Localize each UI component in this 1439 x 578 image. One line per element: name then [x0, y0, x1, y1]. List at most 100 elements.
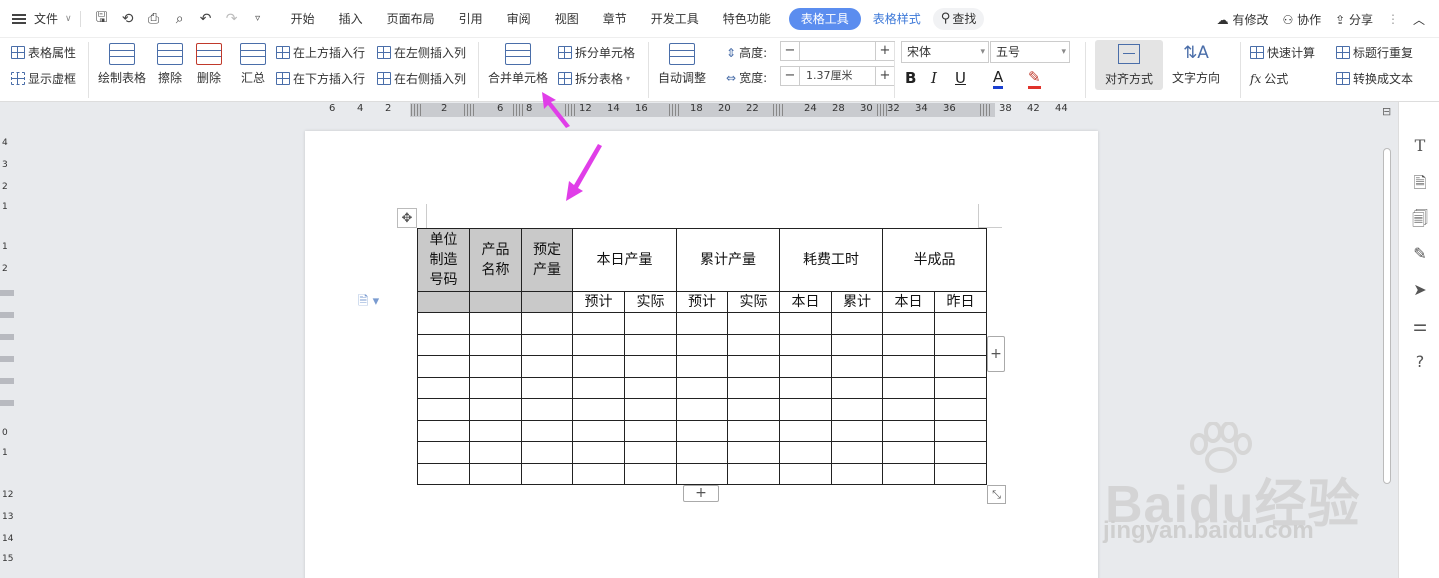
table-cell[interactable]	[779, 398, 832, 421]
table-cell[interactable]	[779, 333, 832, 356]
ruler-column-marker[interactable]	[513, 104, 523, 116]
table-cell[interactable]	[624, 441, 677, 464]
table-cell[interactable]	[417, 376, 470, 399]
print-icon[interactable]: ⎙	[141, 11, 167, 27]
table-cell[interactable]	[779, 419, 832, 442]
tab-insert[interactable]: 插入	[327, 8, 375, 30]
table-cell[interactable]	[831, 419, 883, 442]
table-cell[interactable]	[469, 355, 522, 378]
tab-section[interactable]: 章节	[591, 8, 639, 30]
table-cell[interactable]	[882, 441, 935, 464]
pen-icon[interactable]: ✎	[1410, 244, 1430, 263]
table-cell-product-name[interactable]: 产品名称	[469, 228, 522, 292]
show-gridlines-button[interactable]: 显示虚框	[11, 70, 76, 87]
table-cell[interactable]	[676, 462, 728, 485]
table-cell[interactable]: 实际	[624, 291, 677, 313]
table-cell[interactable]: 本日	[882, 291, 935, 313]
table-cell[interactable]	[469, 333, 522, 356]
width-input[interactable]: 1.37厘米	[800, 66, 875, 86]
tab-developer[interactable]: 开发工具	[639, 8, 711, 30]
table-cell[interactable]	[572, 376, 625, 399]
table-cell[interactable]	[727, 462, 780, 485]
insert-col-right-button[interactable]: 在右侧插入列	[377, 70, 466, 87]
table-cell[interactable]	[469, 441, 522, 464]
table-cell[interactable]: 预计	[572, 291, 625, 313]
collab-button[interactable]: ⚇ 协作	[1282, 11, 1321, 28]
table-cell[interactable]	[417, 462, 470, 485]
height-input[interactable]	[800, 41, 875, 61]
table-cell[interactable]	[779, 312, 832, 335]
formula-button[interactable]: fx 公式	[1250, 70, 1288, 87]
split-view-icon[interactable]: ⊟	[1382, 105, 1391, 118]
table-cell[interactable]	[676, 376, 728, 399]
table-cell[interactable]	[934, 312, 987, 335]
table-cell[interactable]	[521, 398, 573, 421]
table-cell[interactable]	[831, 355, 883, 378]
table-cell[interactable]	[727, 376, 780, 399]
table-cell[interactable]	[469, 398, 522, 421]
table-cell[interactable]	[521, 312, 573, 335]
table-cell[interactable]	[624, 462, 677, 485]
table-cell[interactable]	[521, 419, 573, 442]
draw-table-button[interactable]: 绘制表格	[98, 43, 146, 86]
bold-button[interactable]: B	[905, 69, 916, 87]
table-cell[interactable]	[417, 398, 470, 421]
table-cell[interactable]	[521, 441, 573, 464]
table-cell-daily-output[interactable]: 本日产量	[572, 228, 677, 292]
table-cell[interactable]	[727, 398, 780, 421]
table-cell-unit-code[interactable]: 单位制造号码	[417, 228, 470, 292]
font-color-button[interactable]: A	[993, 69, 1004, 89]
highlight-color-button[interactable]: ✎	[1028, 69, 1041, 89]
table-cell[interactable]	[417, 312, 470, 335]
table-cell[interactable]	[624, 376, 677, 399]
tab-home[interactable]: 开始	[279, 8, 327, 30]
modified-button[interactable]: ☁ 有修改	[1217, 11, 1269, 28]
align-button[interactable]: 对齐方式	[1095, 40, 1163, 90]
table-cell[interactable]	[469, 462, 522, 485]
tab-special[interactable]: 特色功能	[711, 8, 783, 30]
table-cell[interactable]	[521, 462, 573, 485]
table-cell[interactable]: 实际	[727, 291, 780, 313]
table-cell[interactable]	[676, 441, 728, 464]
insert-col-left-button[interactable]: 在左侧插入列	[377, 44, 466, 61]
table-cell[interactable]	[469, 291, 522, 313]
height-decrease-button[interactable]: −	[780, 41, 800, 61]
table-cell[interactable]	[779, 376, 832, 399]
quick-calc-button[interactable]: 快速计算	[1250, 44, 1315, 61]
insert-row-below-button[interactable]: 在下方插入行	[276, 70, 365, 87]
table-cell[interactable]	[572, 355, 625, 378]
add-column-button[interactable]: +	[987, 336, 1005, 372]
erase-button[interactable]: 擦除	[157, 43, 183, 86]
table-cell[interactable]	[882, 333, 935, 356]
table-cell[interactable]	[934, 419, 987, 442]
ruler-column-marker[interactable]	[877, 104, 887, 116]
underline-button[interactable]: U	[955, 69, 966, 87]
table-cell[interactable]: 累计	[831, 291, 883, 313]
font-size-select[interactable]: 五号	[990, 41, 1070, 63]
table-cell[interactable]	[727, 333, 780, 356]
print-preview-icon[interactable]: ⌕	[167, 11, 193, 27]
cursor-icon[interactable]: ➤	[1410, 280, 1430, 299]
table-cell[interactable]	[882, 376, 935, 399]
search-button[interactable]: ⚲ 查找	[932, 7, 985, 30]
table-cell[interactable]	[779, 441, 832, 464]
table-cell[interactable]	[469, 376, 522, 399]
format-painter-icon[interactable]: ⟲	[115, 11, 141, 27]
font-name-select[interactable]: 宋体	[901, 41, 989, 63]
summary-button[interactable]: 汇总	[240, 43, 266, 86]
customize-quick-access-icon[interactable]: ▿	[245, 13, 271, 24]
table-cell[interactable]	[624, 312, 677, 335]
table-cell[interactable]	[417, 291, 470, 313]
add-row-button[interactable]: +	[683, 485, 719, 502]
width-increase-button[interactable]: +	[875, 66, 895, 86]
table-cell-planned-output[interactable]: 预定产量	[521, 228, 573, 292]
table-cell[interactable]	[831, 376, 883, 399]
table-cell[interactable]	[727, 441, 780, 464]
merge-cells-button[interactable]: 合并单元格	[488, 43, 548, 86]
table-cell[interactable]	[572, 312, 625, 335]
scrollbar-thumb[interactable]	[1383, 148, 1391, 484]
save-icon[interactable]: 🖫	[89, 7, 115, 31]
table-cell[interactable]	[831, 462, 883, 485]
table-cell[interactable]	[624, 419, 677, 442]
repeat-header-button[interactable]: 标题行重复	[1336, 44, 1413, 61]
